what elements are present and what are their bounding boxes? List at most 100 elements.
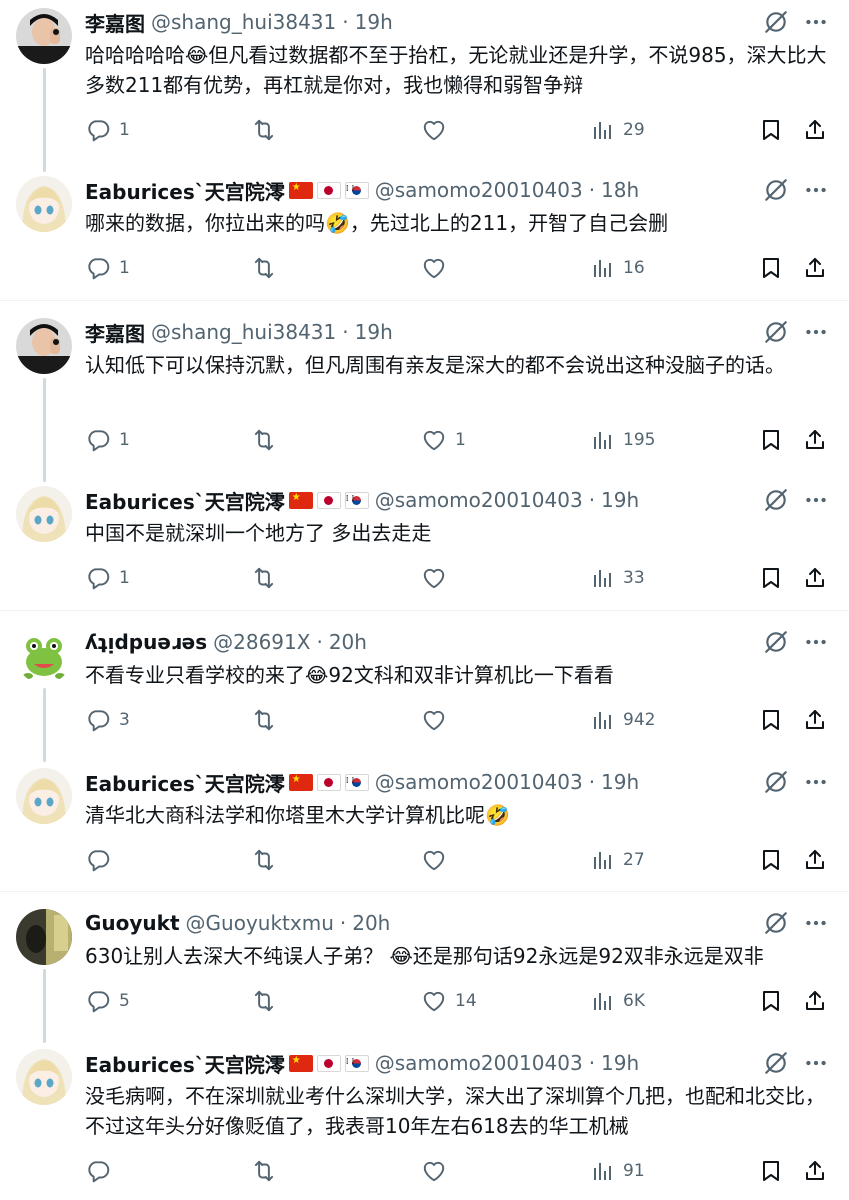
user-handle[interactable]: @samomo20010403	[375, 488, 583, 512]
user-handle[interactable]: @samomo20010403	[375, 770, 583, 794]
avatar[interactable]	[16, 176, 72, 232]
like-button[interactable]	[421, 116, 455, 144]
more-icon[interactable]	[803, 769, 829, 795]
avatar[interactable]	[16, 318, 72, 374]
user-handle[interactable]: @Guoyuktxmu	[186, 911, 334, 935]
timestamp[interactable]: 19h	[601, 770, 639, 794]
reply-button[interactable]: 5	[85, 987, 130, 1015]
avatar[interactable]	[16, 1049, 72, 1105]
like-button[interactable]: 14	[421, 987, 477, 1015]
timestamp[interactable]: 19h	[355, 320, 393, 344]
share-button[interactable]	[803, 564, 827, 592]
user-handle[interactable]: @shang_hui38431	[151, 320, 336, 344]
retweet-button[interactable]	[251, 846, 285, 874]
retweet-button[interactable]	[251, 1157, 285, 1185]
user-handle[interactable]: @samomo20010403	[375, 1051, 583, 1075]
views-button[interactable]: 195	[591, 426, 655, 454]
timestamp[interactable]: 19h	[601, 1051, 639, 1075]
timestamp[interactable]: 19h	[601, 488, 639, 512]
grok-icon[interactable]	[763, 319, 789, 345]
bookmark-button[interactable]	[759, 706, 783, 734]
reply-button[interactable]: 3	[85, 706, 130, 734]
bookmark-button[interactable]	[759, 846, 783, 874]
reply-button[interactable]	[85, 846, 119, 874]
more-icon[interactable]	[803, 487, 829, 513]
views-button[interactable]: 33	[591, 564, 645, 592]
like-button[interactable]	[421, 564, 455, 592]
reply-button[interactable]: 1	[85, 564, 130, 592]
display-name[interactable]: Guoyukt	[85, 911, 180, 935]
user-handle[interactable]: @shang_hui38431	[151, 10, 336, 34]
timestamp[interactable]: 20h	[329, 630, 367, 654]
reply-button[interactable]: 1	[85, 426, 130, 454]
share-button[interactable]	[803, 254, 827, 282]
grok-icon[interactable]	[763, 769, 789, 795]
avatar[interactable]	[16, 8, 72, 64]
like-button[interactable]	[421, 1157, 455, 1185]
bookmark-button[interactable]	[759, 116, 783, 144]
retweet-button[interactable]	[251, 987, 285, 1015]
views-button[interactable]: 29	[591, 116, 645, 144]
share-button[interactable]	[803, 426, 827, 454]
bookmark-button[interactable]	[759, 254, 783, 282]
timestamp[interactable]: 18h	[601, 178, 639, 202]
reply-icon	[85, 707, 111, 733]
grok-icon[interactable]	[763, 9, 789, 35]
share-button[interactable]	[803, 987, 827, 1015]
retweet-button[interactable]	[251, 706, 285, 734]
like-button[interactable]	[421, 846, 455, 874]
tweet-header: Eaburices`天宫院澪 @samomo20010403 · 19h	[85, 486, 639, 514]
grok-icon[interactable]	[763, 1050, 789, 1076]
display-name[interactable]: Eaburices`天宫院澪	[85, 176, 285, 205]
more-icon[interactable]	[803, 319, 829, 345]
grok-icon[interactable]	[763, 629, 789, 655]
share-button[interactable]	[803, 846, 827, 874]
bookmark-button[interactable]	[759, 426, 783, 454]
user-handle[interactable]: @samomo20010403	[375, 178, 583, 202]
like-button[interactable]: 1	[421, 426, 466, 454]
like-button[interactable]	[421, 254, 455, 282]
like-button[interactable]	[421, 706, 455, 734]
views-button[interactable]: 16	[591, 254, 645, 282]
reply-button[interactable]: 1	[85, 254, 130, 282]
share-button[interactable]	[803, 1157, 827, 1185]
display-name[interactable]: Eaburices`天宫院澪	[85, 486, 285, 515]
bookmark-button[interactable]	[759, 987, 783, 1015]
retweet-button[interactable]	[251, 564, 285, 592]
more-icon[interactable]	[803, 1050, 829, 1076]
reply-button[interactable]	[85, 1157, 119, 1185]
more-icon[interactable]	[803, 9, 829, 35]
display-name[interactable]: Eaburices`天宫院澪	[85, 768, 285, 797]
share-button[interactable]	[803, 706, 827, 734]
korea-flag-icon	[344, 1054, 369, 1072]
retweet-button[interactable]	[251, 254, 285, 282]
retweet-button[interactable]	[251, 426, 285, 454]
display-name[interactable]: 李嘉图	[85, 8, 145, 37]
thread-separator	[0, 610, 849, 611]
avatar[interactable]	[16, 909, 72, 965]
grok-icon[interactable]	[763, 177, 789, 203]
more-icon[interactable]	[803, 177, 829, 203]
bookmark-button[interactable]	[759, 564, 783, 592]
grok-icon[interactable]	[763, 487, 789, 513]
more-icon[interactable]	[803, 629, 829, 655]
reply-button[interactable]: 1	[85, 116, 130, 144]
timestamp[interactable]: 19h	[355, 10, 393, 34]
display-name[interactable]: Eaburices`天宫院澪	[85, 1049, 285, 1078]
avatar[interactable]	[16, 628, 72, 684]
bookmark-button[interactable]	[759, 1157, 783, 1185]
views-button[interactable]: 6K	[591, 987, 645, 1015]
grok-icon[interactable]	[763, 910, 789, 936]
timestamp[interactable]: 20h	[352, 911, 390, 935]
display-name[interactable]: ʎʇᴉdpuǝɹǝs	[85, 630, 207, 654]
views-button[interactable]: 27	[591, 846, 645, 874]
views-button[interactable]: 91	[591, 1157, 645, 1185]
avatar[interactable]	[16, 486, 72, 542]
avatar[interactable]	[16, 768, 72, 824]
views-button[interactable]: 942	[591, 706, 655, 734]
user-handle[interactable]: @28691X	[213, 630, 310, 654]
retweet-button[interactable]	[251, 116, 285, 144]
display-name[interactable]: 李嘉图	[85, 318, 145, 347]
more-icon[interactable]	[803, 910, 829, 936]
share-button[interactable]	[803, 116, 827, 144]
